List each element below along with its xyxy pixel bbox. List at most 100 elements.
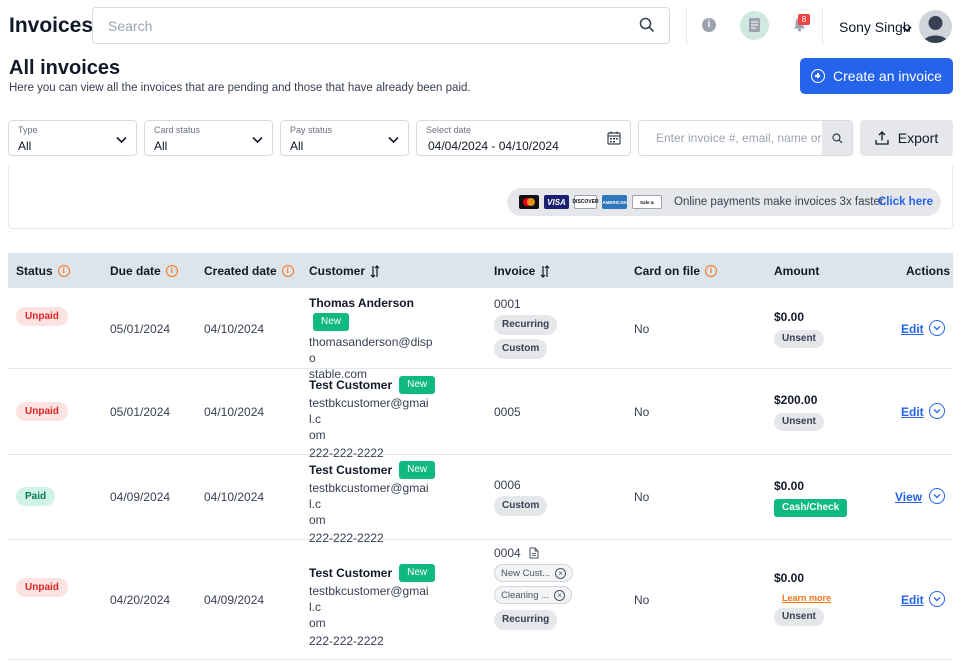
mastercard-icon: [519, 195, 539, 209]
pay-status-filter-label: Pay status: [290, 125, 333, 135]
close-icon[interactable]: ×: [555, 567, 567, 579]
customer-cell: Test Customer New testbkcustomer@gmail.c o…: [309, 461, 436, 545]
amount-cell: $0.00 Unsent: [774, 310, 824, 348]
plus-circle-icon: [811, 69, 826, 83]
invoice-number[interactable]: 0005: [494, 405, 521, 419]
info-icon[interactable]: i: [165, 265, 178, 277]
invoice-type-chip: Custom: [494, 339, 548, 359]
customer-name[interactable]: Test Customer: [309, 463, 392, 477]
chevron-down-icon[interactable]: [929, 488, 945, 504]
promo-click-here-link[interactable]: Click here: [878, 196, 933, 208]
customer-name[interactable]: Test Customer: [309, 566, 392, 580]
col-actions: Actions: [906, 264, 951, 278]
search-icon: [831, 132, 842, 143]
invoice-number[interactable]: 0004: [494, 546, 521, 560]
sort-icon: [370, 264, 380, 278]
customer-name[interactable]: Test Customer: [309, 378, 392, 392]
amount-status-chip: Unsent: [774, 413, 824, 431]
created-date: 04/10/2024: [204, 405, 265, 419]
close-icon[interactable]: ×: [554, 589, 566, 601]
amount-value: $0.00: [774, 310, 805, 324]
upload-icon: [875, 131, 889, 145]
status-badge: Paid: [16, 487, 56, 506]
invoice-number[interactable]: 0006: [494, 478, 547, 492]
amount-status-chip: Unsent: [774, 608, 824, 626]
col-amount: Amount: [774, 264, 820, 278]
top-bar: Invoices i 8 Sony Singh: [0, 0, 970, 52]
invoice-search[interactable]: [638, 120, 853, 156]
safe-secure-icon: Safe &: [632, 195, 662, 209]
new-tag: New: [399, 461, 436, 479]
date-range-filter[interactable]: Select date 04/04/2024 - 04/10/2024: [416, 120, 631, 156]
avatar[interactable]: [919, 10, 952, 43]
customer-email: testbkcustomer@gmail.c om: [309, 481, 429, 527]
table-row: Paid 04/09/2024 04/10/2024 Test Customer…: [8, 455, 953, 545]
table-header: Status i Due date i Created date i Customer…: [8, 253, 953, 288]
edit-link[interactable]: Edit: [901, 322, 924, 336]
card-on-file: No: [634, 490, 650, 504]
user-name[interactable]: Sony Singh: [839, 19, 911, 35]
table-row: Unpaid 05/01/2024 04/10/2024 Thomas Ande…: [8, 288, 953, 381]
amount-status-chip: Unsent: [774, 330, 824, 348]
due-date: 05/01/2024: [110, 322, 171, 336]
type-filter-label: Type: [18, 125, 38, 135]
invoice-type-chip: Recurring: [494, 315, 558, 335]
create-invoice-label: Create an invoice: [833, 68, 942, 84]
quickbooks-icon[interactable]: [740, 11, 769, 40]
divider: [822, 8, 823, 44]
edit-link[interactable]: Edit: [901, 593, 924, 607]
search-icon[interactable]: [639, 17, 655, 36]
amount-value: $0.00: [774, 479, 805, 493]
date-filter-label: Select date: [426, 125, 472, 135]
col-invoice[interactable]: Invoice: [494, 264, 550, 278]
visa-icon: VISA: [544, 195, 569, 209]
info-icon[interactable]: i: [705, 265, 718, 277]
invoice-search-input[interactable]: [639, 121, 824, 155]
invoice-search-button[interactable]: [822, 121, 852, 155]
amount-cell: $200.00 Unsent: [774, 393, 824, 431]
create-invoice-button[interactable]: Create an invoice: [800, 58, 953, 94]
divider: [686, 8, 687, 44]
chevron-down-icon: [116, 133, 127, 147]
pay-status-filter[interactable]: Pay status All: [280, 120, 409, 156]
invoice-cell: 0006 Custom: [494, 478, 548, 516]
discover-icon: DISCOVER: [572, 195, 599, 209]
calendar-icon[interactable]: [607, 131, 621, 148]
card-status-filter-label: Card status: [154, 125, 201, 135]
card-status-filter-value: All: [154, 139, 168, 153]
invoice-cell: 0001 Recurring Custom: [494, 297, 558, 359]
document-icon: [529, 547, 539, 559]
export-button[interactable]: Export: [860, 120, 953, 156]
card-on-file: No: [634, 405, 650, 419]
chevron-down-icon[interactable]: [929, 591, 945, 607]
view-link[interactable]: View: [895, 490, 922, 504]
chevron-down-icon[interactable]: [902, 22, 912, 36]
info-icon[interactable]: i: [702, 18, 716, 32]
type-filter[interactable]: Type All: [8, 120, 137, 156]
learn-more-link[interactable]: Learn more: [782, 593, 831, 603]
chevron-down-icon[interactable]: [929, 403, 945, 419]
info-icon[interactable]: i: [57, 265, 70, 277]
new-tag: New: [313, 313, 350, 331]
date-filter-value: 04/04/2024 - 04/10/2024: [428, 139, 559, 153]
col-created-date: Created date i: [204, 264, 294, 278]
due-date: 05/01/2024: [110, 405, 171, 419]
page-title: All invoices: [9, 57, 121, 79]
page-subtitle: Here you can view all the invoices that …: [9, 82, 471, 94]
sort-icon: [540, 264, 550, 278]
search-input[interactable]: [93, 8, 613, 43]
info-icon[interactable]: i: [281, 265, 294, 277]
custom-field-chip: Cleaning ... ×: [494, 586, 573, 604]
created-date: 04/10/2024: [204, 322, 265, 336]
customer-name[interactable]: Thomas Anderson: [309, 296, 434, 310]
status-badge: Unpaid: [16, 402, 68, 421]
card-status-filter[interactable]: Card status All: [144, 120, 273, 156]
global-search[interactable]: [92, 7, 670, 44]
table-row: Unpaid 05/01/2024 04/10/2024 Test Custom…: [8, 369, 953, 460]
invoice-number[interactable]: 0001: [494, 297, 557, 311]
chevron-down-icon[interactable]: [929, 320, 945, 336]
col-customer[interactable]: Customer: [309, 264, 380, 278]
amount-cell: $0.00 Cash/Check: [774, 479, 848, 517]
edit-link[interactable]: Edit: [901, 405, 924, 419]
chevron-down-icon: [388, 133, 399, 147]
